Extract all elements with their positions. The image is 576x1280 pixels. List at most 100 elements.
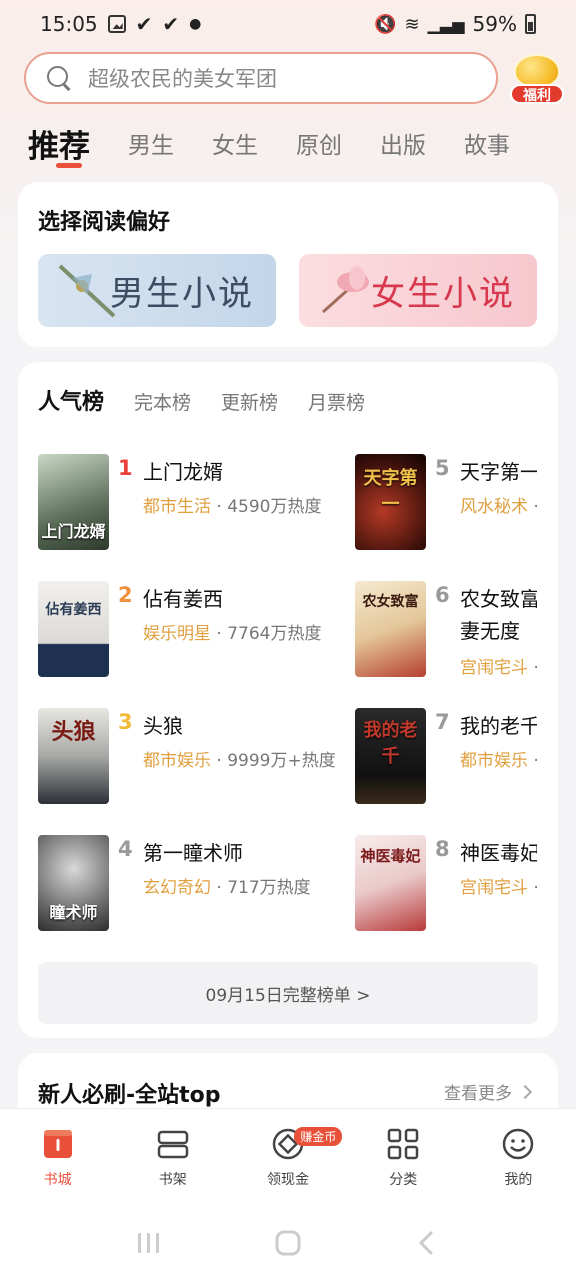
nav-bookshelf[interactable]: 书架 (115, 1109, 230, 1206)
recent-apps-icon[interactable] (135, 1229, 163, 1257)
chevron-right-icon (517, 1084, 533, 1099)
book-item[interactable]: 上门龙婿 1 上门龙婿 都市生活 · 4590万热度 (38, 454, 321, 550)
welfare-badge: 福利 (510, 84, 564, 104)
nav-bookstore[interactable]: 书城 (0, 1109, 115, 1206)
see-more-label: 查看更多 (444, 1084, 512, 1104)
profile-icon (503, 1128, 534, 1160)
book-item[interactable]: 神医毒妃 8 神医毒妃 宫闱宅斗 · (355, 835, 537, 931)
section-title: 新人必刷-全站top (38, 1083, 221, 1108)
search-input[interactable]: 超级农民的美女军团 (24, 52, 498, 104)
search-row: 超级农民的美女军团 福利 (24, 50, 564, 106)
book-item[interactable]: 瞳术师 4 第一瞳术师 玄幻奇幻 · 717万热度 (38, 835, 311, 931)
book-meta: 宫闱宅斗 · (460, 873, 537, 898)
gold-coin-icon (514, 54, 560, 88)
tab-monthly-ticket[interactable]: 月票榜 (308, 388, 365, 415)
status-time: 15:05 (40, 12, 98, 36)
book-item[interactable]: 天字第一 5 天字第一 风水秘术 · (355, 454, 537, 550)
cover-title: 农女致富 (362, 594, 419, 610)
tab-female[interactable]: 女生 (212, 126, 258, 160)
tab-recommend[interactable]: 推荐 (28, 121, 90, 168)
book-genre: 都市生活 (143, 497, 211, 517)
cover-title: 神医毒妃 (360, 847, 421, 865)
female-novel-button[interactable]: 女生小说 (299, 254, 537, 327)
book-cover: 瞳术师 (38, 835, 109, 931)
book-genre: 风水秘术 (460, 497, 528, 517)
cover-title: 头狼 (51, 720, 96, 745)
book-cover: 头狼 (38, 708, 109, 804)
check-notification-icon: ✔ (135, 12, 153, 36)
book-title: 佔有姜西 (143, 587, 223, 611)
bottom-navigation: 书城 书架 领现金 赚金币 分类 我的 (0, 1108, 576, 1206)
book-heat: 7764万热度 (227, 624, 322, 644)
category-tabs: 推荐 男生 女生 原创 出版 故事 (28, 118, 576, 168)
rank-number: 2 (118, 583, 133, 607)
tab-original[interactable]: 原创 (296, 126, 342, 160)
book-title: 第一瞳术师 (143, 841, 243, 865)
book-meta: 都市生活 · 4590万热度 (143, 497, 322, 517)
book-item[interactable]: 我的老千 7 我的老千 都市娱乐 · (355, 708, 537, 804)
cover-title: 天字第一 (363, 468, 418, 515)
full-ranking-button[interactable]: 09月15日完整榜单 > (38, 962, 538, 1024)
preference-title: 选择阅读偏好 (38, 210, 171, 235)
bookstore-icon (43, 1130, 72, 1158)
bookshelf-icon (157, 1130, 189, 1159)
book-heat: 717万热度 (227, 878, 311, 898)
rank-number: 3 (118, 710, 133, 734)
male-novel-label: 男生小说 (110, 274, 254, 314)
book-item[interactable]: 农女致富 6 农女致富 妻无度 宫闱宅斗 · (355, 581, 537, 691)
more-notifications-icon: ● (189, 16, 202, 32)
lotus-icon (321, 266, 369, 314)
gallery-notification-icon (107, 15, 126, 33)
book-meta: 玄幻奇幻 · 717万热度 (143, 878, 311, 898)
rank-number: 5 (435, 456, 450, 480)
book-genre: 宫闱宅斗 (460, 878, 528, 898)
ranking-card: 人气榜 完本榜 更新榜 月票榜 上门龙婿 1 上门龙婿 都市生活 · 4590万… (18, 362, 558, 1038)
male-novel-button[interactable]: 男生小说 (38, 254, 276, 327)
book-cover: 我的老千 (355, 708, 426, 804)
book-genre: 都市娱乐 (460, 751, 528, 771)
wifi-icon: ≋ (404, 13, 420, 35)
book-genre: 都市娱乐 (143, 751, 211, 771)
rank-number: 6 (435, 583, 450, 607)
back-icon[interactable] (413, 1229, 441, 1257)
tab-updated[interactable]: 更新榜 (221, 388, 278, 415)
book-meta: 宫闱宅斗 · (460, 653, 537, 678)
book-genre: 玄幻奇幻 (143, 878, 211, 898)
cover-title: 我的老千 (363, 720, 418, 767)
tab-popularity[interactable]: 人气榜 (38, 384, 104, 416)
nav-category[interactable]: 分类 (346, 1109, 461, 1206)
book-title: 我的老千 (460, 714, 537, 738)
nav-label: 书架 (158, 1172, 187, 1188)
nav-profile[interactable]: 我的 (461, 1109, 576, 1206)
book-item[interactable]: 头狼 3 头狼 都市娱乐 · 9999万+热度 (38, 708, 336, 804)
book-genre: 娱乐明星 (143, 624, 211, 644)
book-heat: 4590万热度 (227, 497, 322, 517)
tab-male[interactable]: 男生 (128, 126, 174, 160)
battery-level: 59% (472, 12, 517, 36)
tab-published[interactable]: 出版 (380, 126, 426, 160)
book-genre: 宫闱宅斗 (460, 658, 528, 678)
rank-number: 8 (435, 837, 450, 861)
signal-icon: ▁▃▅ (427, 14, 465, 34)
book-title: 上门龙婿 (143, 460, 223, 484)
tab-story[interactable]: 故事 (464, 126, 510, 160)
book-cover: 神医毒妃 (355, 835, 426, 931)
search-placeholder: 超级农民的美女军团 (88, 67, 277, 91)
book-item[interactable]: 佔有姜西 2 佔有姜西 娱乐明星 · 7764万热度 (38, 581, 321, 677)
rank-number: 7 (435, 710, 450, 734)
cover-title: 瞳术师 (49, 903, 98, 922)
category-icon (387, 1128, 419, 1160)
nav-label: 分类 (389, 1172, 418, 1188)
nav-cash[interactable]: 领现金 赚金币 (230, 1109, 345, 1206)
book-cover: 上门龙婿 (38, 454, 109, 550)
see-more-link[interactable]: 查看更多 (444, 1079, 533, 1104)
system-navigation-bar (0, 1206, 576, 1280)
home-icon[interactable] (273, 1228, 303, 1258)
welfare-button[interactable]: 福利 (510, 52, 564, 104)
book-meta: 都市娱乐 · (460, 746, 537, 771)
rank-number: 1 (118, 456, 133, 480)
book-heat: 9999万+热度 (227, 751, 336, 771)
cover-title: 佔有姜西 (45, 602, 102, 618)
battery-icon (525, 14, 536, 34)
tab-completed[interactable]: 完本榜 (134, 388, 191, 415)
